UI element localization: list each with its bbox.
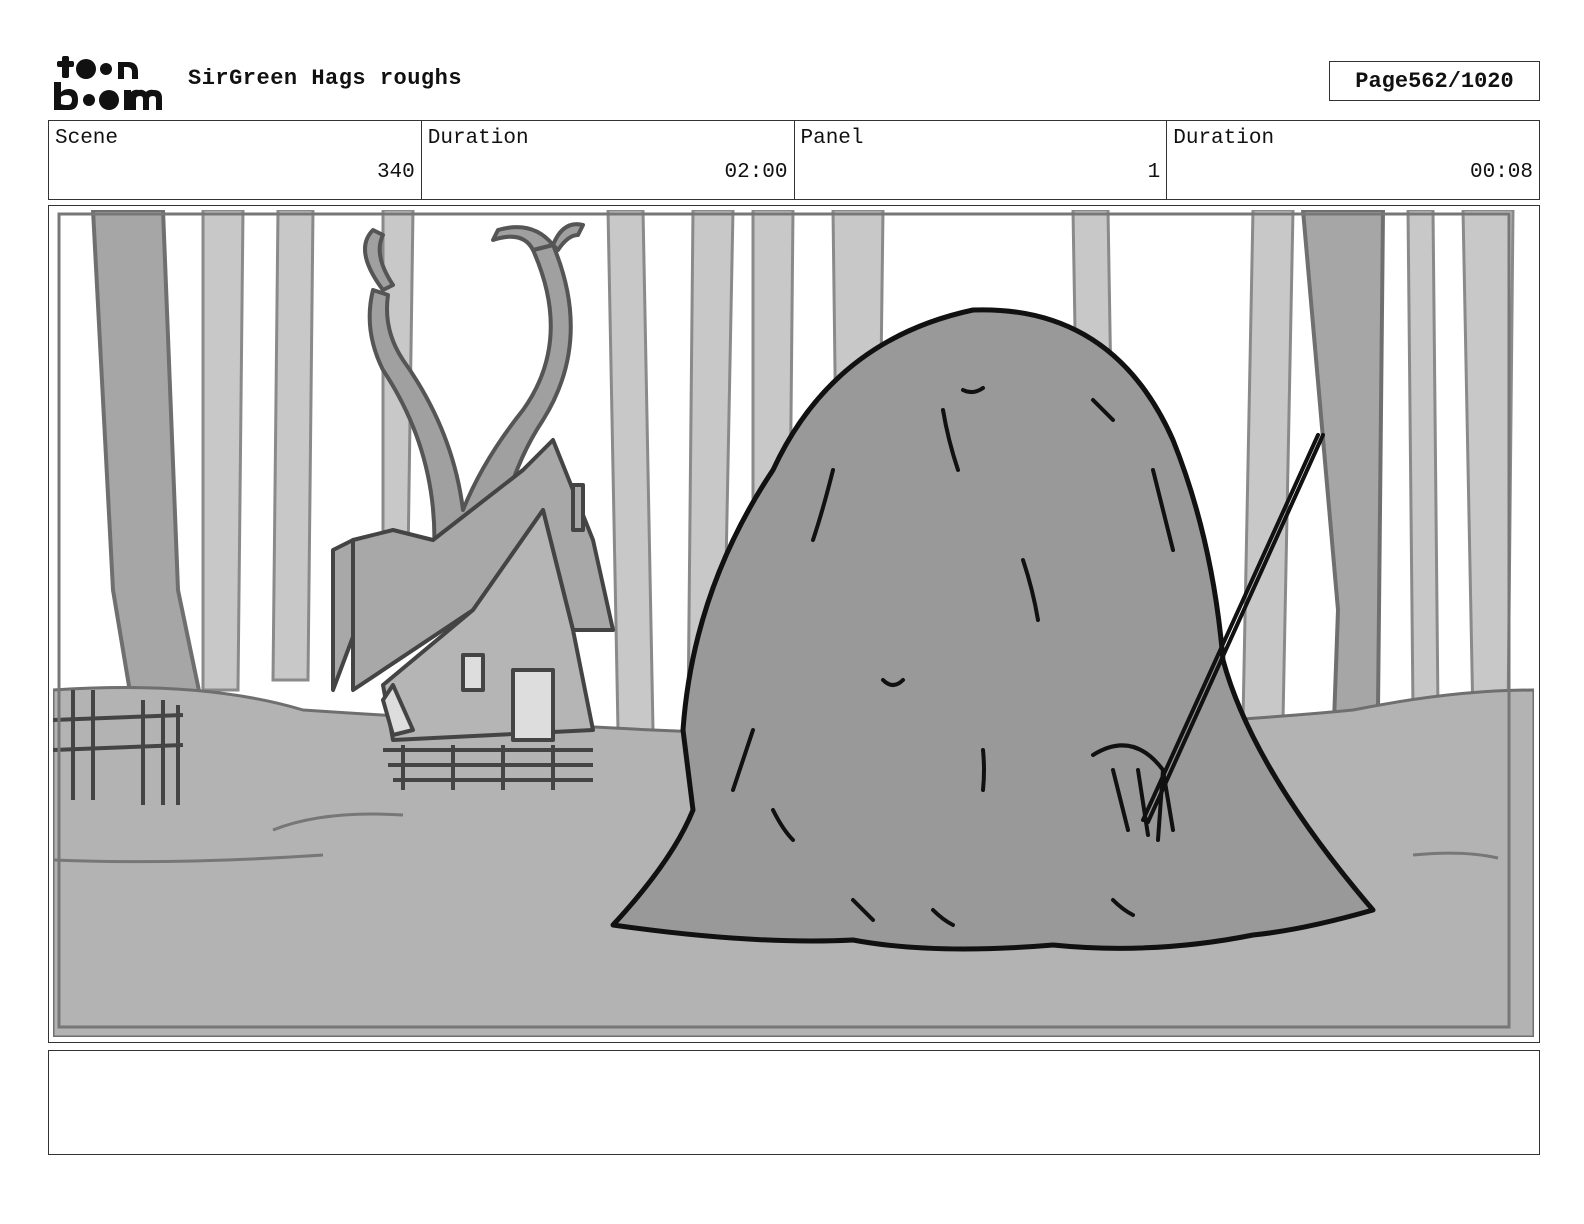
scene-duration-cell: Duration 02:00 [422,121,795,199]
panel-duration-cell: Duration 00:08 [1167,121,1539,199]
panel-sketch-image [53,210,1534,1037]
page-indicator: Page 562/1020 [1329,61,1540,101]
panel-label: Panel [800,127,864,150]
storyboard-panel [48,205,1540,1043]
panel-notes [48,1050,1540,1155]
info-row: Scene 340 Duration 02:00 Panel 1 Duratio… [48,120,1540,200]
scene-cell: Scene 340 [49,121,422,199]
toon-boom-logo [54,56,162,110]
page-number: 562/1020 [1408,68,1514,94]
panel-value: 1 [1147,161,1161,184]
scene-label: Scene [55,127,119,150]
scene-duration-label: Duration [427,127,529,150]
scene-value: 340 [376,161,415,184]
panel-cell: Panel 1 [795,121,1168,199]
panel-duration-label: Duration [1173,127,1275,150]
scene-duration-value: 02:00 [724,161,788,184]
document-title: SirGreen Hags roughs [188,66,463,91]
page-label: Page [1355,68,1409,94]
panel-duration-value: 00:08 [1469,161,1533,184]
